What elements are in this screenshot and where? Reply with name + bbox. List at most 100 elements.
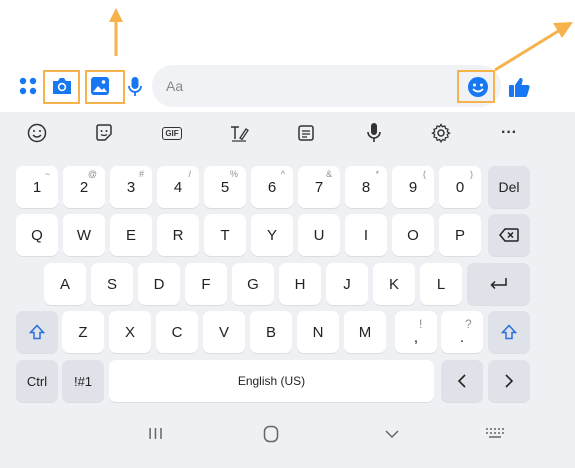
key-label: C: [171, 323, 183, 341]
key-r[interactable]: R: [157, 214, 199, 256]
emoji-icon[interactable]: [24, 120, 50, 146]
key-m[interactable]: M: [344, 311, 386, 353]
gif-label: GIF: [162, 126, 182, 140]
key-z[interactable]: Z: [62, 311, 104, 353]
key-2[interactable]: @2: [63, 166, 105, 208]
key-label: Z: [78, 323, 88, 341]
period-key[interactable]: ? .: [441, 311, 483, 353]
comma-label: ,: [413, 328, 419, 346]
key-label: M: [358, 323, 372, 341]
shift-key-left[interactable]: [16, 311, 58, 353]
key-n[interactable]: N: [297, 311, 339, 353]
key-label: 7: [314, 178, 324, 196]
key-label: L: [436, 275, 446, 293]
shift-key-right[interactable]: [488, 311, 530, 353]
clipboard-icon[interactable]: [293, 120, 319, 146]
key-j[interactable]: J: [326, 263, 368, 305]
key-alt-label: @: [87, 169, 97, 179]
key-c[interactable]: C: [156, 311, 198, 353]
voice-input-icon[interactable]: [361, 120, 387, 146]
settings-icon[interactable]: [428, 120, 454, 146]
key-a[interactable]: A: [44, 263, 86, 305]
chevron-left-icon: [457, 374, 466, 388]
key-label: F: [201, 275, 211, 293]
key-d[interactable]: D: [138, 263, 180, 305]
key-o[interactable]: O: [392, 214, 434, 256]
key-f[interactable]: F: [185, 263, 227, 305]
gif-icon[interactable]: GIF: [159, 120, 185, 146]
system-navigation-bar: III: [0, 410, 575, 468]
recent-apps-icon: III: [147, 426, 165, 443]
key-s[interactable]: S: [91, 263, 133, 305]
key-9[interactable]: (9: [392, 166, 434, 208]
cursor-left-key[interactable]: [441, 360, 483, 402]
key-label: 1: [32, 178, 42, 196]
symbols-label: !#1: [73, 373, 93, 389]
keyboard-icon: [486, 428, 504, 438]
ctrl-label: Ctrl: [26, 373, 48, 389]
key-0[interactable]: ) 0: [439, 166, 481, 208]
back-button[interactable]: [380, 424, 404, 444]
key-w[interactable]: W: [63, 214, 105, 256]
key-x[interactable]: X: [109, 311, 151, 353]
key-q[interactable]: Q: [16, 214, 58, 256]
cursor-right-key[interactable]: [488, 360, 530, 402]
period-label: .: [459, 328, 465, 346]
home-button[interactable]: [259, 424, 283, 444]
key-t[interactable]: T: [204, 214, 246, 256]
key-label: W: [76, 226, 92, 244]
key-5[interactable]: % 5: [204, 166, 246, 208]
comma-key[interactable]: ! ,: [395, 311, 437, 353]
key-label: N: [312, 323, 324, 341]
recent-apps-button[interactable]: III: [144, 426, 168, 444]
key-label: 6: [267, 178, 277, 196]
key-label: 8: [361, 178, 371, 196]
enter-icon: [489, 278, 507, 290]
key-label: X: [124, 323, 135, 341]
key-h[interactable]: H: [279, 263, 321, 305]
key-label: O: [407, 226, 419, 244]
key-alt-label: (: [423, 169, 426, 179]
handwriting-icon[interactable]: [226, 120, 252, 146]
key-label: 9: [408, 178, 418, 196]
symbols-key[interactable]: !#1: [62, 360, 104, 402]
ctrl-key[interactable]: Ctrl: [16, 360, 58, 402]
more-icon[interactable]: ···: [496, 120, 522, 146]
enter-key[interactable]: [467, 263, 530, 305]
key-1[interactable]: ~1: [16, 166, 58, 208]
key-alt-label: ~: [44, 169, 50, 179]
key-y[interactable]: Y: [251, 214, 293, 256]
key-6[interactable]: ^ 6: [251, 166, 293, 208]
backspace-key[interactable]: [488, 214, 530, 256]
key-l[interactable]: L: [420, 263, 462, 305]
key-p[interactable]: P: [439, 214, 481, 256]
key-e[interactable]: E: [110, 214, 152, 256]
key-alt-label: ^: [280, 169, 285, 179]
key-label: 5: [220, 178, 230, 196]
key-i[interactable]: I: [345, 214, 387, 256]
key-3[interactable]: #3: [110, 166, 152, 208]
keyboard-switch-button[interactable]: [485, 426, 507, 442]
key-b[interactable]: B: [250, 311, 292, 353]
key-u[interactable]: U: [298, 214, 340, 256]
space-key[interactable]: English (US): [109, 360, 434, 402]
key-7[interactable]: & 7: [298, 166, 340, 208]
key-alt-label: %: [229, 169, 238, 179]
key-4[interactable]: /4: [157, 166, 199, 208]
comma-alt-label: !: [419, 317, 423, 331]
key-label: I: [363, 226, 369, 244]
more-label: ···: [501, 124, 517, 141]
key-alt-label: &: [325, 169, 332, 179]
key-label: K: [388, 275, 399, 293]
delete-key[interactable]: Del: [488, 166, 530, 208]
key-8[interactable]: * 8: [345, 166, 387, 208]
sticker-icon[interactable]: [91, 120, 117, 146]
key-label: 2: [79, 178, 89, 196]
backspace-icon: [499, 228, 519, 242]
key-k[interactable]: K: [373, 263, 415, 305]
key-label: Y: [266, 226, 277, 244]
key-g[interactable]: G: [232, 263, 274, 305]
key-alt-label: ): [470, 169, 473, 179]
shift-icon: [29, 324, 45, 340]
key-v[interactable]: V: [203, 311, 245, 353]
